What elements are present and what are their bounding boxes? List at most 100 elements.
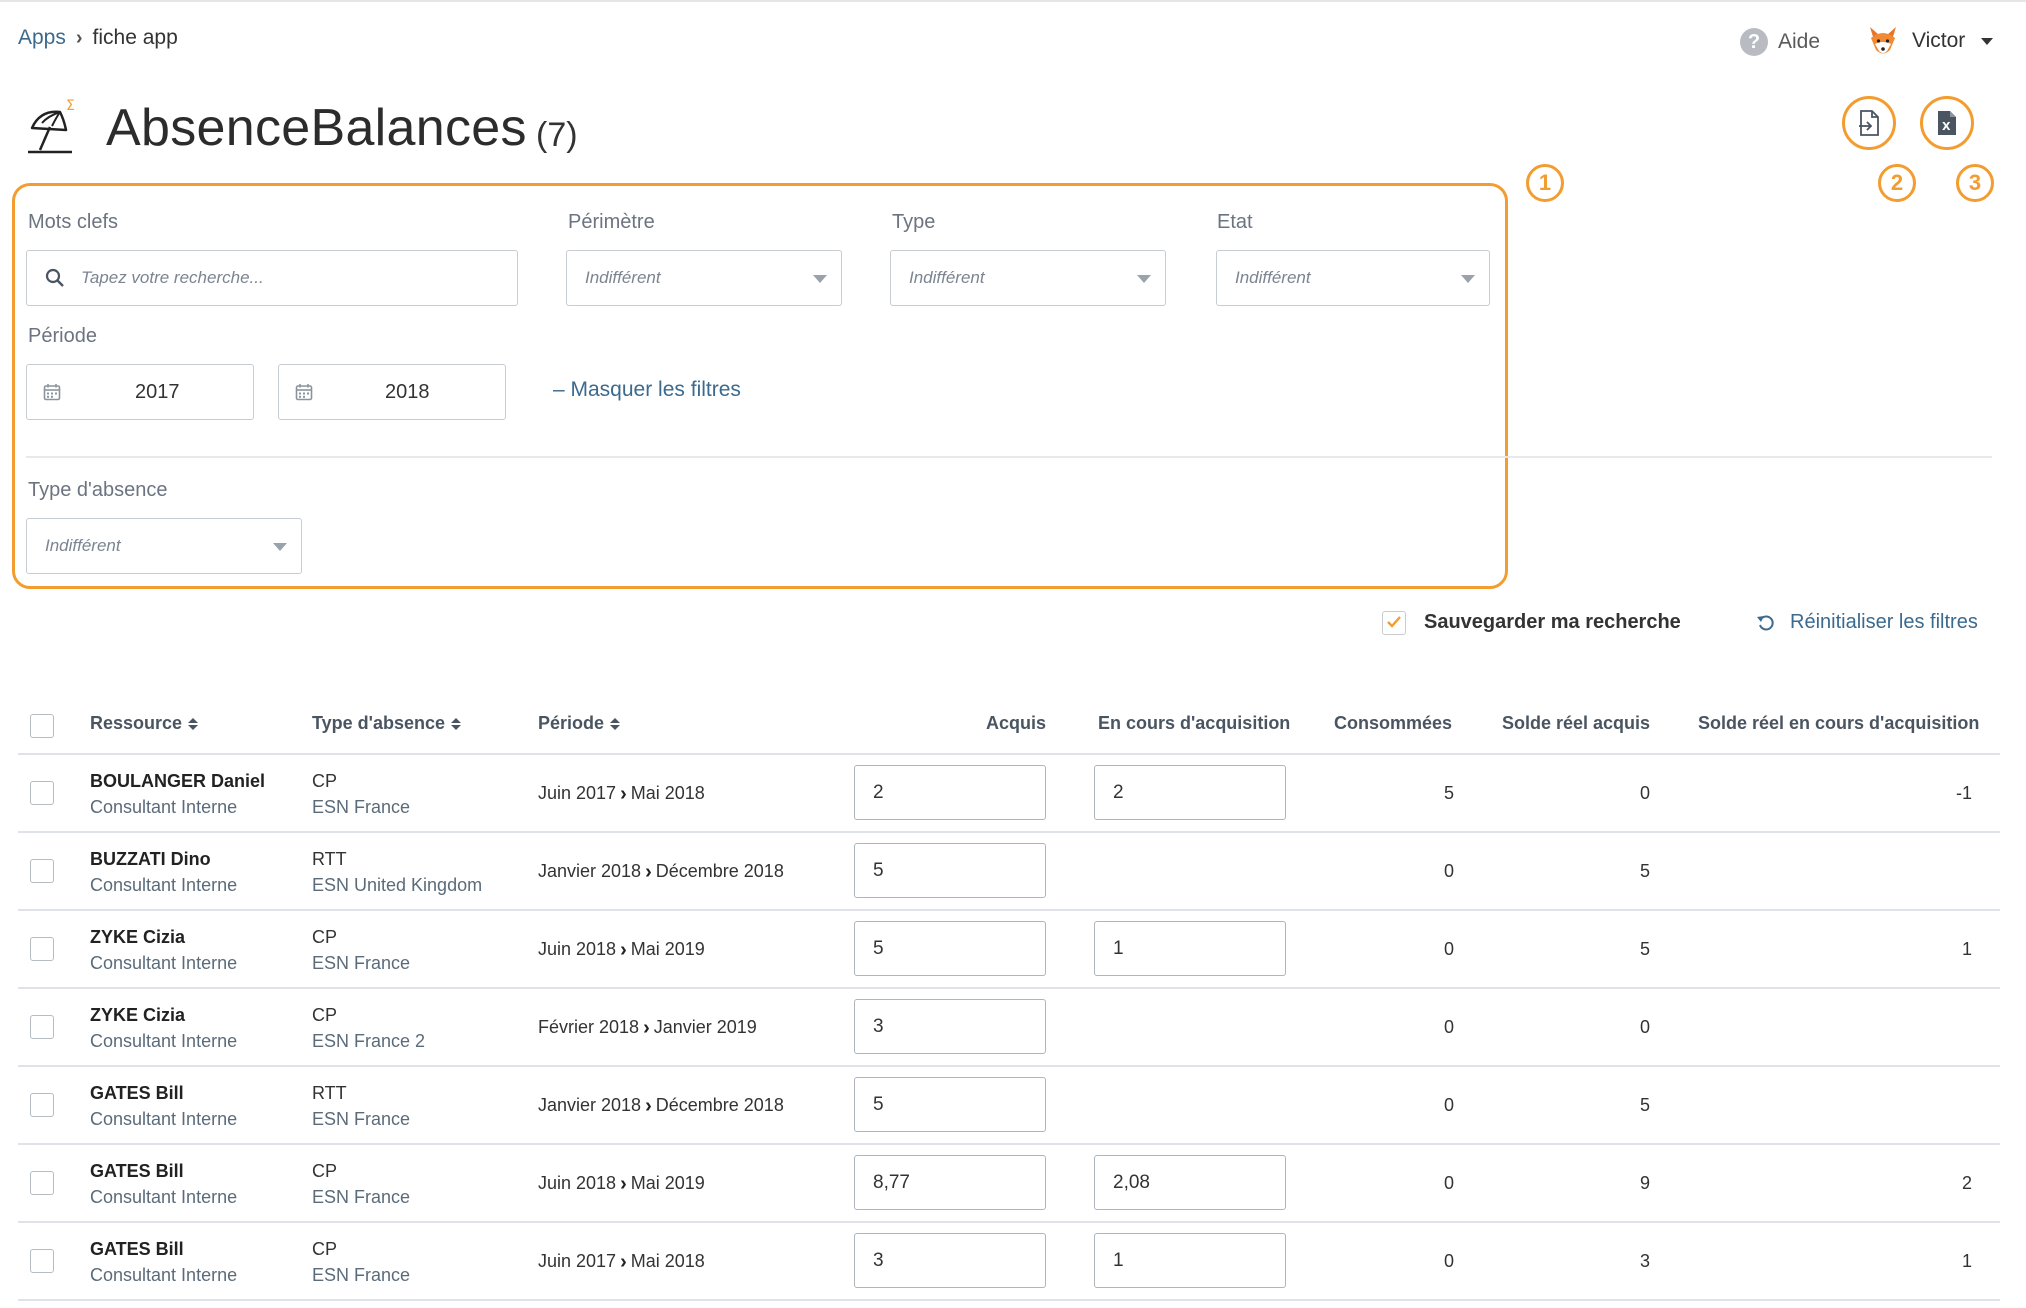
acquired-input[interactable]: 5 [854,843,1046,898]
period-end-value: 2018 [385,381,430,403]
state-select[interactable]: Indifférent [1216,250,1490,306]
acquiring-input[interactable]: 1 [1094,921,1286,976]
consumed-value: 0 [1443,1173,1454,1193]
absence-type-label: Type d'absence [28,479,168,501]
acquiring-input[interactable]: 1 [1094,1233,1286,1288]
entity-name: ESN France [312,1187,411,1207]
table-row: GATES Bill Consultant Interne CP ESN France… [0,1223,2026,1301]
real-balance-acquired-value: 0 [1639,1017,1650,1037]
keywords-search-input[interactable]: Tapez votre recherche... [26,250,518,306]
acquired-input[interactable]: 3 [854,999,1046,1054]
resource-name[interactable]: GATES Bill [90,1161,184,1182]
column-header-acquiring: En cours d'acquisition [1098,713,1291,733]
acquired-input[interactable]: 3 [854,1233,1046,1288]
consumed-value: 0 [1443,1251,1454,1271]
row-checkbox[interactable] [30,859,54,883]
real-balance-acquired-value: 9 [1639,1173,1650,1193]
perimeter-select[interactable]: Indifférent [566,250,842,306]
consumed-value: 5 [1443,783,1454,803]
caret-down-icon [1137,275,1151,283]
row-checkbox[interactable] [30,1249,54,1273]
user-name: Victor [1912,29,1966,52]
row-checkbox[interactable] [30,937,54,961]
resource-name[interactable]: GATES Bill [90,1239,184,1260]
row-checkbox[interactable] [30,781,54,805]
export-excel-button[interactable]: X [1920,96,1974,150]
resource-role: Consultant Interne [90,1109,238,1129]
resource-name[interactable]: ZYKE Cizia [90,927,185,948]
column-header-resource[interactable]: Ressource [90,713,199,734]
period-start-date-input[interactable]: 2017 [26,364,254,420]
resource-role: Consultant Interne [90,1265,238,1285]
real-balance-acquired-value: 5 [1639,861,1650,881]
row-checkbox[interactable] [30,1171,54,1195]
type-select[interactable]: Indifférent [890,250,1166,306]
period-start: Février 2018 [538,1017,640,1037]
help-link[interactable]: ? Aide [1740,28,1820,56]
caret-down-icon [813,275,827,283]
entity-name: ESN France 2 [312,1031,426,1051]
column-header-real-balance-acquired: Solde réel acquis [1502,713,1651,733]
period-start: Juin 2017 [538,783,617,803]
resource-name[interactable]: BUZZATI Dino [90,849,211,870]
consumed-value: 0 [1443,939,1454,959]
table-row: BOULANGER Daniel Consultant Interne CP ESN … [0,755,2026,833]
period-start: Janvier 2018 [538,861,642,881]
chevron-right-icon: › [620,1172,627,1195]
save-search-checkbox[interactable] [1382,611,1406,635]
save-search-label[interactable]: Sauvegarder ma recherche [1424,611,1681,634]
chevron-right-icon: › [645,860,652,883]
acquiring-input[interactable]: 2 [1094,765,1286,820]
row-checkbox[interactable] [30,1015,54,1039]
real-balance-acquiring-value: 1 [1961,1251,1972,1271]
column-header-period[interactable]: Période [538,713,621,734]
period-end-date-input[interactable]: 2018 [278,364,506,420]
column-header-absence-type[interactable]: Type d'absence [312,713,461,734]
select-all-checkbox[interactable] [30,714,54,738]
column-header-acquired: Acquis [986,713,1047,733]
period-start: Janvier 2018 [538,1095,642,1115]
resource-name[interactable]: ZYKE Cizia [90,1005,185,1026]
acquiring-input[interactable]: 2,08 [1094,1155,1286,1210]
result-count: (7) [536,116,578,154]
resource-name[interactable]: GATES Bill [90,1083,184,1104]
entity-name: ESN United Kingdom [312,875,483,895]
user-menu[interactable]: Victor [1866,24,1994,58]
reset-filters-button[interactable]: Réinitialiser les filtres [1756,611,1978,634]
breadcrumb-apps-link[interactable]: Apps [18,26,66,50]
perimeter-value: Indifférent [585,268,661,287]
period-start: Juin 2018 [538,939,617,959]
period-end: Mai 2018 [630,1251,705,1271]
svg-text:Σ: Σ [66,98,75,114]
period-range: Juin 2017 › Mai 2018 [538,783,705,804]
acquired-input[interactable]: 2 [854,765,1046,820]
sort-icon [610,717,621,730]
import-button[interactable] [1842,96,1896,150]
acquired-input[interactable]: 5 [854,921,1046,976]
svg-text:X: X [1942,120,1951,133]
real-balance-acquiring-value: -1 [1955,783,1972,803]
acquired-input[interactable]: 8,77 [854,1155,1046,1210]
hide-filters-link[interactable]: – Masquer les filtres [553,378,741,402]
sort-icon [188,717,199,730]
table-row: GATES Bill Consultant Interne RTT ESN Franc… [0,1067,2026,1145]
caret-down-icon [1461,275,1475,283]
period-end: Décembre 2018 [655,861,784,881]
absence-type: CP [312,1239,338,1259]
filters-divider [26,456,1992,458]
help-label: Aide [1778,30,1821,53]
column-header-resource-label: Ressource [90,713,183,733]
acquired-input[interactable]: 5 [854,1077,1046,1132]
absence-type-select[interactable]: Indifférent [26,518,302,574]
annotation-badge-2: 2 [1878,164,1916,202]
beach-umbrella-icon: Σ [28,98,75,154]
entity-name: ESN France [312,953,411,973]
period-range: Juin 2018 › Mai 2019 [538,1173,705,1194]
chevron-right-icon: › [620,1250,627,1273]
undo-icon [1757,614,1774,630]
type-label: Type [892,211,936,233]
resource-name[interactable]: BOULANGER Daniel [90,771,265,792]
period-end: Mai 2019 [630,939,705,959]
row-checkbox[interactable] [30,1093,54,1117]
period-start: Juin 2017 [538,1251,617,1271]
